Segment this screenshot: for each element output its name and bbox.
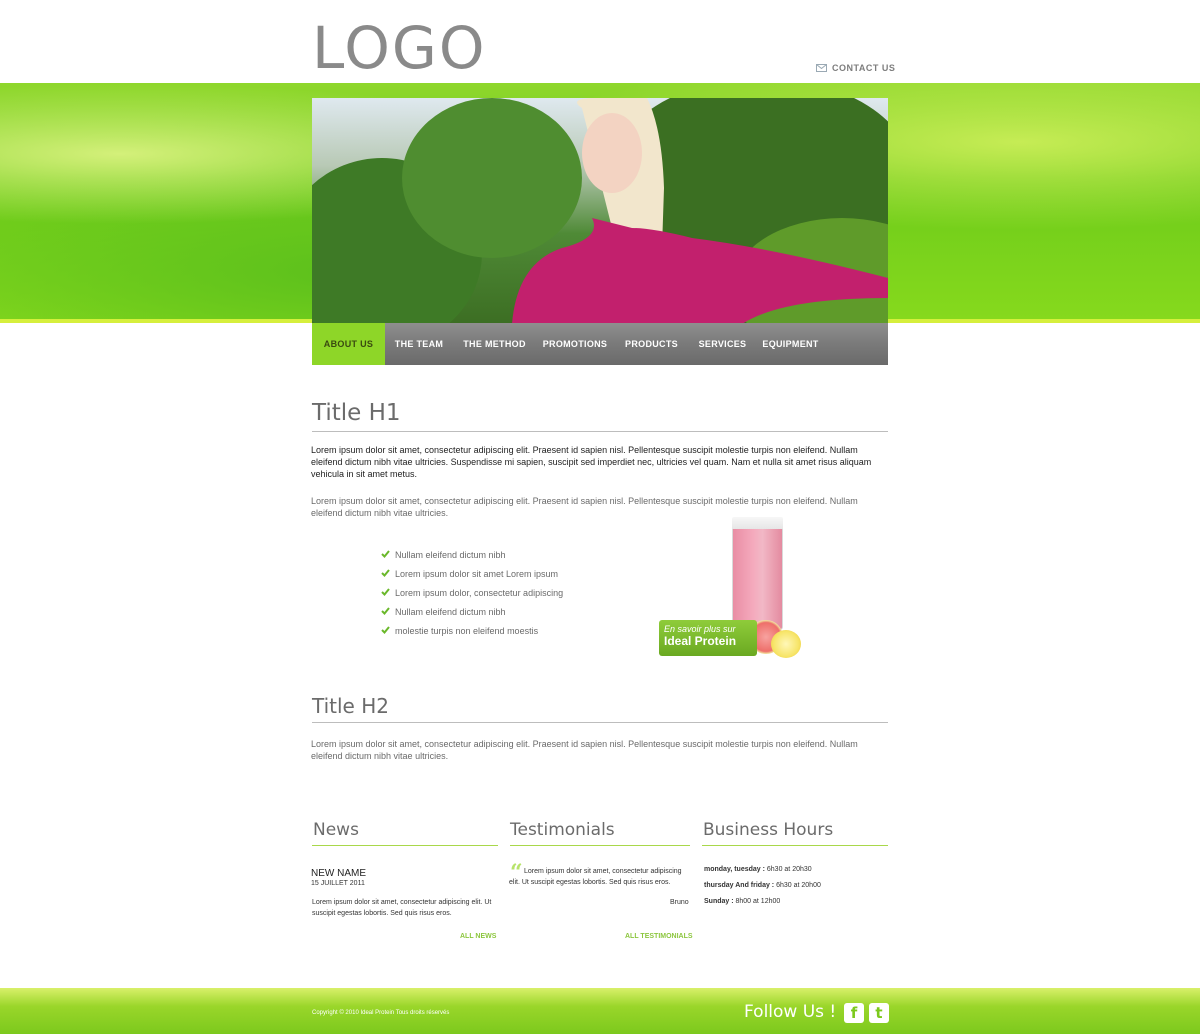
main-nav: ABOUT US THE TEAM THE METHOD PROMOTIONS …: [312, 323, 888, 365]
title-h1: Title H1: [312, 400, 401, 426]
all-news-link[interactable]: ALL NEWS: [460, 933, 496, 940]
all-testimonials-link[interactable]: ALL TESTIMONIALS: [625, 933, 693, 940]
promo-banner[interactable]: En savoir plus sur Ideal Protein: [659, 620, 757, 656]
testimonials-title: Testimonials: [510, 820, 615, 840]
hours-time: 6h30 at 20h00: [774, 882, 821, 889]
list-item-label: Lorem ipsum dolor, consectetur adipiscin…: [395, 587, 564, 598]
list-item-label: Nullam eleifend dictum nibh: [395, 549, 506, 560]
lemon-image: [771, 630, 801, 658]
title-h1-divider: [312, 431, 888, 432]
facebook-icon[interactable]: f: [844, 1003, 864, 1023]
list-item-label: Nullam eleifend dictum nibh: [395, 607, 506, 618]
hours-days: Sunday :: [704, 898, 734, 905]
list-item: Lorem ipsum dolor sit amet Lorem ipsum: [381, 564, 563, 583]
checkmark-icon: [381, 626, 390, 636]
hours-days: monday, tuesday :: [704, 866, 765, 873]
hours-row: thursday And friday : 6h30 at 20h00: [704, 882, 821, 889]
nav-about-us[interactable]: ABOUT US: [312, 323, 385, 365]
nav-equipment[interactable]: EQUIPMENT: [756, 323, 825, 365]
hours-time: 6h30 at 20h30: [764, 866, 812, 873]
list-item: Nullam eleifend dictum nibh: [381, 603, 563, 622]
contact-us-label: CONTACT US: [832, 63, 896, 73]
hero-image: [312, 98, 888, 324]
checkmark-icon: [381, 588, 390, 598]
second-paragraph: Lorem ipsum dolor sit amet, consectetur …: [311, 496, 858, 518]
checkmark-icon: [381, 607, 390, 617]
hours-days: thursday And friday :: [704, 882, 775, 889]
nav-services[interactable]: SERVICES: [689, 323, 756, 365]
nav-the-method[interactable]: THE METHOD: [453, 323, 536, 365]
ideal-protein-promo[interactable]: En savoir plus sur Ideal Protein: [657, 517, 805, 662]
nav-promotions[interactable]: PROMOTIONS: [536, 323, 614, 365]
business-hours-divider: [702, 845, 888, 846]
follow-us-label: Follow Us !: [744, 1002, 837, 1022]
list-item: molestie turpis non eleifend moestis: [381, 622, 563, 641]
news-item-text: Lorem ipsum dolor sit amet, consectetur …: [312, 899, 492, 917]
intro-paragraph: Lorem ipsum dolor sit amet, consectetur …: [311, 445, 872, 479]
checkmark-icon: [381, 569, 390, 579]
list-item-label: molestie turpis non eleifend moestis: [395, 626, 539, 637]
logo[interactable]: LOGO: [312, 14, 487, 82]
footer: [0, 988, 1200, 1034]
business-hours-title: Business Hours: [703, 820, 834, 840]
list-item: Nullam eleifend dictum nibh: [381, 545, 563, 564]
news-title: News: [313, 820, 359, 840]
hours-row: Sunday : 8h00 at 12h00: [704, 898, 780, 905]
title-h2-divider: [312, 722, 888, 723]
smoothie-glass-image: [732, 517, 783, 630]
testimonials-divider: [510, 845, 690, 846]
twitter-icon[interactable]: t: [869, 1003, 889, 1023]
nav-products[interactable]: PRODUCTS: [614, 323, 689, 365]
news-item-date: 15 JUILLET 2011: [311, 880, 365, 887]
copyright-text: Copyright © 2010 Ideal Protein Tous droi…: [312, 1010, 450, 1016]
title-h2: Title H2: [312, 694, 389, 718]
feature-checklist: Nullam eleifend dictum nibh Lorem ipsum …: [381, 545, 563, 641]
testimonial-text: Lorem ipsum dolor sit amet, consectetur …: [509, 868, 682, 886]
promo-line-2: Ideal Protein: [664, 634, 737, 648]
envelope-icon: [816, 64, 827, 72]
hours-time: 8h00 at 12h00: [733, 898, 781, 905]
list-item: Lorem ipsum dolor, consectetur adipiscin…: [381, 583, 563, 602]
contact-us-link[interactable]: CONTACT US: [816, 63, 895, 73]
checkmark-icon: [381, 549, 390, 560]
list-item-label: Lorem ipsum dolor sit amet Lorem ipsum: [395, 568, 559, 579]
promo-line-1: En savoir plus sur: [664, 624, 736, 634]
testimonial-author: Bruno: [670, 899, 689, 906]
nav-the-team[interactable]: THE TEAM: [385, 323, 453, 365]
h2-paragraph: Lorem ipsum dolor sit amet, consectetur …: [311, 739, 858, 761]
news-divider: [312, 845, 498, 846]
hours-row: monday, tuesday : 6h30 at 20h30: [704, 866, 812, 873]
news-item-name: NEW NAME: [311, 868, 366, 879]
